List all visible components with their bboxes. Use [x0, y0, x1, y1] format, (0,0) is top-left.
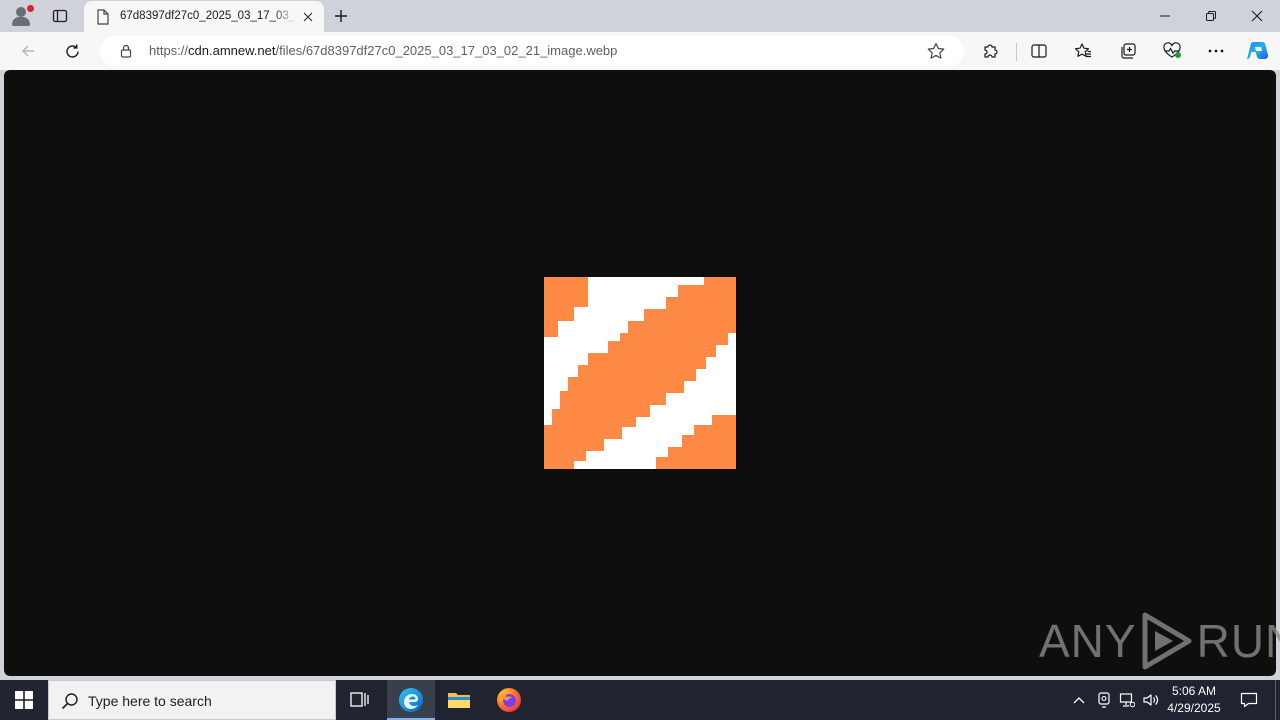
image-pattern [544, 277, 736, 469]
restore-icon[interactable] [1188, 0, 1234, 32]
play-logo-icon [1142, 612, 1192, 670]
more-icon[interactable] [1201, 38, 1231, 64]
search-placeholder: Type here to search [88, 693, 212, 709]
task-view-icon[interactable] [336, 680, 384, 720]
search-icon [61, 693, 78, 710]
back-arrow-icon[interactable] [13, 38, 43, 64]
watermark-left: ANY [1039, 615, 1137, 667]
notification-dot [27, 5, 34, 12]
volume-icon[interactable] [1140, 680, 1162, 720]
chevron-up-icon[interactable] [1068, 680, 1090, 720]
close-window-icon[interactable] [1234, 0, 1280, 32]
navigation-bar: https://cdn.amnew.net/files/67d8397df27c… [0, 32, 1280, 70]
url-text[interactable]: https://cdn.amnew.net/files/67d8397df27c… [149, 43, 617, 58]
displayed-image[interactable] [544, 277, 736, 469]
tab-close-icon[interactable] [300, 9, 316, 25]
watermark-right: RUN [1196, 615, 1280, 667]
minimize-icon[interactable] [1142, 0, 1188, 32]
notification-center-icon[interactable] [1232, 680, 1266, 720]
show-desktop-button[interactable] [1275, 680, 1276, 720]
heartbeat-icon[interactable] [1157, 38, 1187, 64]
star-icon[interactable] [926, 42, 946, 60]
active-tab[interactable]: 67d8397df27c0_2025_03_17_03_02_21_image.… [84, 1, 324, 32]
anyrun-watermark: ANY RUN [1039, 610, 1280, 672]
taskbar-search-box[interactable]: Type here to search [48, 680, 336, 720]
clock-time: 5:06 AM [1171, 684, 1217, 698]
profile-icon[interactable] [10, 5, 34, 27]
page-content: ANY RUN [4, 70, 1280, 676]
meet-now-icon[interactable] [1094, 680, 1114, 720]
document-icon [97, 9, 109, 25]
url-host: cdn.amnew.net [188, 43, 276, 58]
copilot-icon[interactable] [1243, 38, 1273, 64]
tab-title: 67d8397df27c0_2025_03_17_03_02_21_image.… [120, 10, 296, 22]
firefox-icon[interactable] [485, 680, 533, 720]
refresh-icon[interactable] [57, 38, 87, 64]
network-icon[interactable] [1116, 680, 1138, 720]
clock-date: 4/29/2025 [1167, 701, 1221, 715]
taskbar: Type here to search 5:06 AM 4/29/2025 [0, 680, 1280, 720]
edge-taskbar-icon[interactable] [387, 680, 435, 720]
address-bar[interactable]: https://cdn.amnew.net/files/67d8397df27c… [100, 36, 964, 66]
windows-start-icon[interactable] [0, 680, 48, 720]
puzzle-icon[interactable] [976, 38, 1006, 64]
url-path: /files/67d8397df27c0_2025_03_17_03_02_21… [275, 43, 618, 58]
plus-icon[interactable] [330, 6, 352, 26]
split-screen-icon[interactable] [1024, 38, 1054, 64]
lock-icon[interactable] [118, 43, 134, 59]
title-bar: 67d8397df27c0_2025_03_17_03_02_21_image.… [0, 0, 1280, 32]
url-scheme: https:// [149, 43, 189, 58]
favorites-icon[interactable] [1068, 38, 1098, 64]
system-clock[interactable]: 5:06 AM 4/29/2025 [1162, 683, 1226, 717]
file-explorer-icon[interactable] [435, 680, 483, 720]
toolbar-divider [1016, 43, 1017, 61]
collections-icon[interactable] [1113, 38, 1143, 64]
tab-actions-icon[interactable] [48, 5, 72, 27]
